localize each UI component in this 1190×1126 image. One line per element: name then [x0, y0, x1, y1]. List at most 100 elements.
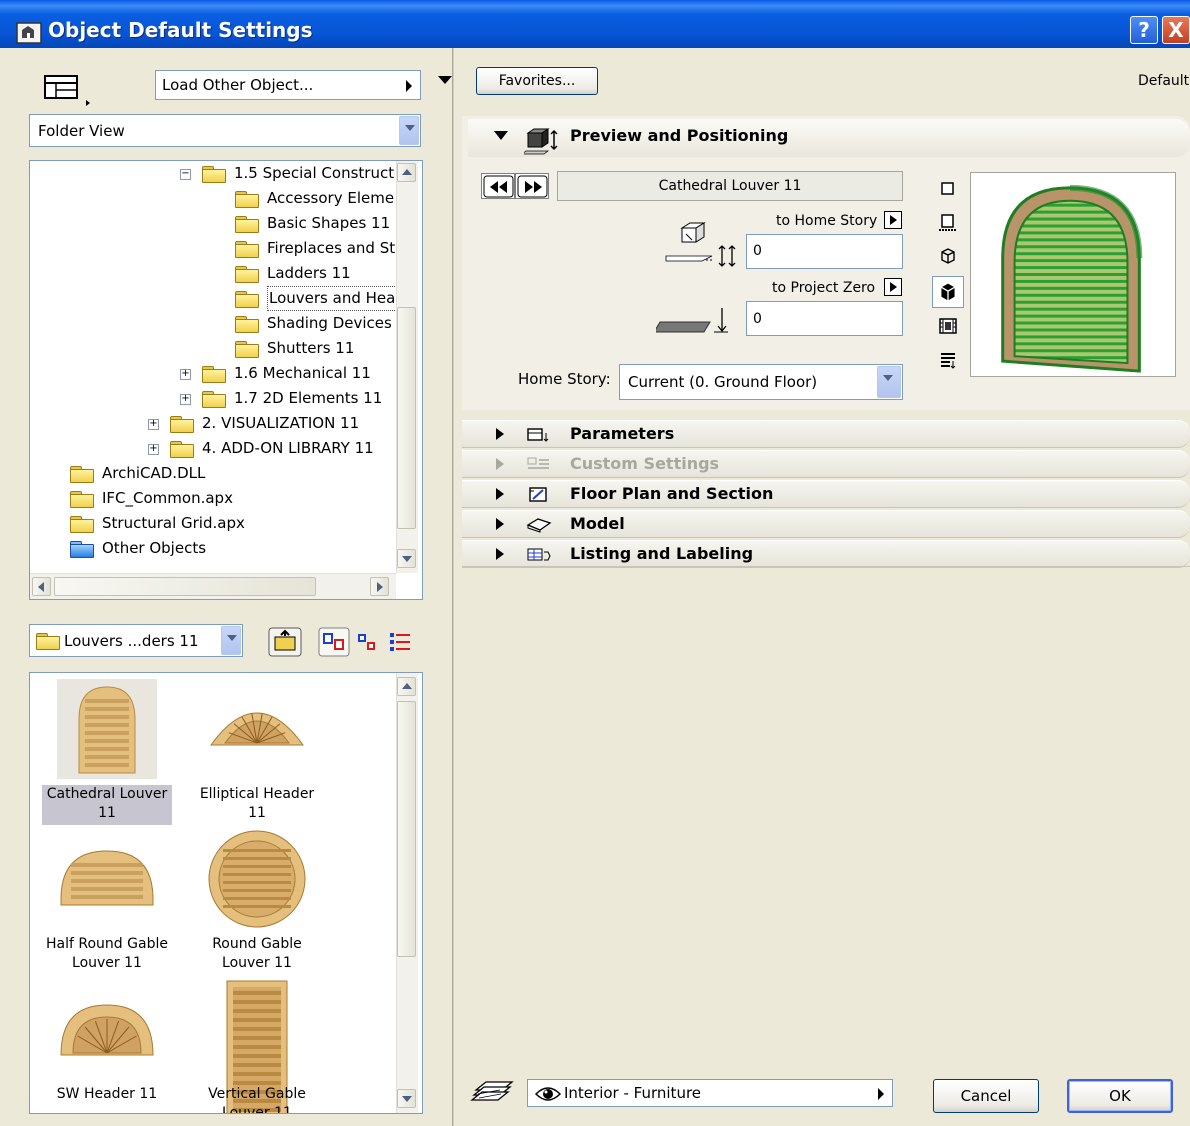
list-scrollbar-vertical[interactable] — [396, 673, 418, 1113]
app-icon — [16, 22, 42, 44]
tree-item[interactable]: IFC_Common.apx — [30, 486, 396, 511]
folder-icon — [202, 166, 226, 183]
tree-item[interactable]: +4. ADD-ON LIBRARY 11 — [30, 436, 396, 461]
custom-settings-icon — [526, 455, 552, 473]
view-select[interactable]: Folder View — [29, 114, 421, 147]
small-icons-icon[interactable] — [356, 630, 380, 654]
next-object-button[interactable] — [515, 173, 549, 199]
expand-icon[interactable]: + — [180, 394, 191, 405]
load-other-object-button[interactable]: Load Other Object... — [155, 70, 421, 100]
panel-menu-arrow-icon[interactable] — [438, 76, 452, 84]
model-icon — [526, 515, 552, 533]
expand-icon[interactable]: + — [180, 369, 191, 380]
scroll-thumb-horizontal[interactable] — [54, 577, 316, 596]
scroll-left-button[interactable] — [32, 577, 51, 596]
tree-item[interactable]: Shutters 11 — [30, 336, 396, 361]
tree-scrollbar-vertical[interactable] — [396, 161, 418, 573]
tree-item[interactable]: Ladders 11 — [30, 261, 396, 286]
wireframe-3d-icon[interactable] — [936, 244, 960, 268]
section-listing-and-labeling[interactable]: Listing and Labeling — [462, 540, 1190, 568]
layer-select[interactable]: Interior - Furniture — [527, 1079, 893, 1107]
scroll-right-button[interactable] — [370, 577, 389, 596]
section-preview-icon[interactable] — [936, 211, 960, 235]
object-list[interactable]: Cathedral Louver 11 Elliptical Header 11 H… — [29, 672, 423, 1114]
large-icons-icon[interactable] — [318, 627, 350, 657]
scroll-thumb[interactable] — [397, 701, 416, 957]
folder-tree[interactable]: − 1.5 Special Construct Accessory Eleme Bas… — [29, 160, 423, 600]
expand-arrow-icon[interactable] — [496, 428, 504, 440]
ok-button[interactable]: OK — [1067, 1079, 1173, 1113]
tree-item[interactable]: +1.7 2D Elements 11 — [30, 386, 396, 411]
tree-item-label: ArchiCAD.DLL — [102, 464, 206, 482]
folder-select[interactable]: Louvers ...ders 11 — [29, 624, 243, 657]
list-view-icon[interactable] — [388, 630, 414, 654]
filmstrip-icon[interactable] — [936, 314, 960, 338]
tree-item[interactable]: Shading Devices — [30, 311, 396, 336]
folder-icon — [36, 633, 60, 650]
scroll-down-button[interactable] — [397, 1089, 416, 1108]
section-label: Model — [570, 514, 625, 533]
tree-item[interactable]: ArchiCAD.DLL — [30, 461, 396, 486]
expand-arrow-icon[interactable] — [496, 518, 504, 530]
tree-item[interactable]: Accessory Eleme — [30, 186, 396, 211]
section-parameters[interactable]: Parameters — [462, 420, 1190, 448]
elliptical-header-icon — [207, 679, 307, 783]
tree-item[interactable]: Other Objects — [30, 536, 396, 561]
expand-arrow-icon[interactable] — [496, 488, 504, 500]
tree-scrollbar-horizontal[interactable] — [30, 573, 396, 599]
section-label: Listing and Labeling — [570, 544, 754, 563]
eye-icon — [534, 1087, 562, 1101]
section-model[interactable]: Model — [462, 510, 1190, 538]
tree-item[interactable]: +2. VISUALIZATION 11 — [30, 411, 396, 436]
parameter-list-icon[interactable] — [936, 348, 960, 372]
tree-item-label: Shading Devices — [267, 314, 392, 332]
home-story-select[interactable]: Current (0. Ground Floor) — [619, 364, 903, 400]
object-item[interactable]: SW Header 11 — [42, 977, 172, 1113]
expand-icon[interactable]: + — [148, 444, 159, 455]
scroll-down-button[interactable] — [397, 549, 416, 568]
object-item-label: SW Header 11 — [56, 1086, 158, 1102]
tree-item[interactable]: +1.6 Mechanical 11 — [30, 361, 396, 386]
title-bar[interactable]: Object Default Settings ? X — [0, 0, 1190, 48]
submenu-arrow-icon — [878, 1088, 884, 1100]
expand-icon[interactable]: + — [148, 419, 159, 430]
chevron-down-icon[interactable] — [221, 626, 241, 655]
tree-item[interactable]: − 1.5 Special Construct — [30, 161, 396, 186]
section-floor-plan-and-section[interactable]: Floor Plan and Section — [462, 480, 1190, 508]
object-item[interactable]: Half Round Gable Louver 11 — [42, 827, 172, 973]
previous-object-button[interactable] — [481, 173, 515, 199]
collapse-arrow-icon[interactable] — [494, 131, 508, 140]
shaded-3d-icon — [941, 283, 955, 301]
tree-item[interactable]: Louvers and Hea — [30, 286, 398, 311]
to-project-zero-menu[interactable] — [884, 278, 902, 296]
object-item[interactable]: Round Gable Louver 11 — [192, 827, 322, 973]
listing-icon — [526, 545, 552, 563]
scroll-thumb[interactable] — [397, 307, 416, 529]
object-item[interactable]: Cathedral Louver 11 — [42, 677, 172, 825]
shaded-3d-button[interactable] — [932, 276, 964, 308]
object-item[interactable]: Vertical Gable Louver 11 — [192, 977, 322, 1113]
object-item[interactable]: Elliptical Header 11 — [192, 677, 322, 823]
tree-item[interactable]: Structural Grid.apx — [30, 511, 396, 536]
plan-preview-icon[interactable] — [936, 176, 960, 200]
preview-header[interactable]: Preview and Positioning — [468, 119, 1190, 157]
home-story-offset-input[interactable]: 0 — [746, 234, 903, 269]
cancel-button[interactable]: Cancel — [933, 1079, 1039, 1113]
dialog-window: Object Default Settings ? X Load Other O… — [0, 0, 1190, 1126]
close-button[interactable]: X — [1162, 16, 1190, 44]
help-button[interactable]: ? — [1130, 16, 1158, 44]
view-mode-icon[interactable] — [44, 74, 94, 108]
project-zero-offset-input[interactable]: 0 — [746, 301, 903, 336]
scroll-up-button[interactable] — [397, 163, 416, 182]
folder-up-icon[interactable] — [268, 627, 302, 657]
project-zero-offset-icon — [656, 308, 728, 333]
scroll-up-button[interactable] — [397, 677, 416, 696]
favorites-button[interactable]: Favorites... — [476, 67, 598, 95]
chevron-down-icon[interactable] — [877, 366, 901, 398]
tree-item[interactable]: Basic Shapes 11 — [30, 211, 396, 236]
tree-item[interactable]: Fireplaces and St — [30, 236, 396, 261]
expand-arrow-icon[interactable] — [496, 548, 504, 560]
collapse-icon[interactable]: − — [180, 169, 191, 180]
to-home-story-menu[interactable] — [884, 211, 902, 229]
chevron-down-icon[interactable] — [399, 116, 419, 145]
